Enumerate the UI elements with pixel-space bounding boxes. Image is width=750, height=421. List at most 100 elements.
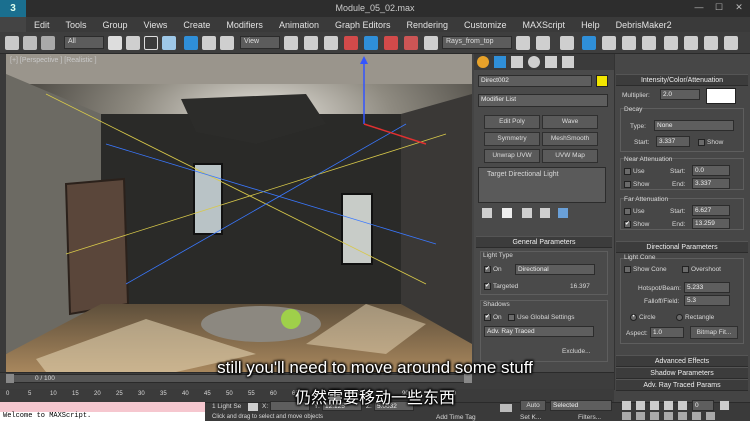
- light-type-dropdown[interactable]: Directional: [515, 264, 595, 275]
- exclude-button[interactable]: Exclude...: [562, 348, 591, 355]
- menu-modifiers[interactable]: Modifiers: [218, 20, 271, 30]
- show-cone-checkbox[interactable]: Show Cone: [624, 266, 667, 273]
- select-manipulate-icon[interactable]: [304, 36, 318, 50]
- graphite-ribbon-icon[interactable]: [582, 36, 596, 50]
- far-start-spinner[interactable]: 6.627: [692, 205, 730, 216]
- general-parameters-header[interactable]: General Parameters: [476, 236, 612, 248]
- menu-tools[interactable]: Tools: [58, 20, 95, 30]
- selection-filter-dropdown[interactable]: All: [64, 36, 104, 49]
- far-show-checkbox[interactable]: ✔ Show: [624, 221, 649, 228]
- far-end-spinner[interactable]: 13.259: [692, 218, 730, 229]
- falloff-spinner[interactable]: 5.3: [684, 295, 730, 306]
- wave-button[interactable]: Wave: [542, 115, 598, 129]
- intensity-color-attenuation-header[interactable]: Intensity/Color/Attenuation: [616, 74, 748, 86]
- modify-tab-icon[interactable]: [494, 56, 506, 68]
- uvw-map-button[interactable]: UVW Map: [542, 149, 598, 163]
- close-button[interactable]: ✕: [732, 2, 746, 14]
- menu-rendering[interactable]: Rendering: [399, 20, 457, 30]
- rendered-frame-window-icon[interactable]: [684, 36, 698, 50]
- maxscript-output[interactable]: Welcome to MAXScript.: [0, 412, 205, 421]
- meshsmooth-button[interactable]: MeshSmooth: [542, 132, 598, 146]
- angle-snap-icon[interactable]: [364, 36, 378, 50]
- named-selection-dropdown[interactable]: Rays_from_top: [442, 36, 512, 49]
- menu-debrismaker[interactable]: DebrisMaker2: [608, 20, 680, 30]
- near-start-spinner[interactable]: 0.0: [692, 165, 730, 176]
- minimize-button[interactable]: —: [692, 2, 706, 14]
- link-icon[interactable]: [5, 36, 19, 50]
- render-iterative-icon[interactable]: [724, 36, 738, 50]
- menu-help[interactable]: Help: [573, 20, 608, 30]
- menu-customize[interactable]: Customize: [456, 20, 515, 30]
- menu-views[interactable]: Views: [136, 20, 176, 30]
- select-by-name-icon[interactable]: [126, 36, 140, 50]
- menu-animation[interactable]: Animation: [271, 20, 327, 30]
- modifier-stack[interactable]: Target Directional Light: [478, 167, 606, 203]
- spinner-snap-icon[interactable]: [404, 36, 418, 50]
- make-unique-icon[interactable]: [522, 208, 532, 218]
- targeted-checkbox[interactable]: ✔ Targeted: [484, 283, 518, 290]
- object-color-swatch[interactable]: [596, 75, 608, 87]
- pivot-center-icon[interactable]: [284, 36, 298, 50]
- maximize-viewport-icon[interactable]: [706, 412, 715, 420]
- near-show-checkbox[interactable]: Show: [624, 181, 649, 188]
- create-tab-icon[interactable]: [477, 56, 489, 68]
- schematic-view-icon[interactable]: [622, 36, 636, 50]
- near-use-checkbox[interactable]: Use: [624, 168, 645, 175]
- keyboard-shortcut-icon[interactable]: [324, 36, 338, 50]
- viewport-label[interactable]: [+] [Perspective ] [Realistic ]: [10, 57, 97, 64]
- stack-item-target-directional-light[interactable]: Target Directional Light: [487, 171, 559, 178]
- render-production-icon[interactable]: [704, 36, 718, 50]
- layer-manager-icon[interactable]: [560, 36, 574, 50]
- menu-maxscript[interactable]: MAXScript: [515, 20, 574, 30]
- hotspot-spinner[interactable]: 5.233: [684, 282, 730, 293]
- bitmap-fit-button[interactable]: Bitmap Fit...: [690, 326, 738, 339]
- reference-coordinate-dropdown[interactable]: View: [240, 36, 280, 49]
- select-scale-icon[interactable]: [220, 36, 234, 50]
- overshoot-checkbox[interactable]: Overshoot: [682, 266, 721, 273]
- mirror-icon[interactable]: [516, 36, 530, 50]
- far-use-checkbox[interactable]: Use: [624, 208, 645, 215]
- modifier-list-dropdown[interactable]: Modifier List: [478, 94, 608, 107]
- menu-graph-editors[interactable]: Graph Editors: [327, 20, 399, 30]
- zoom-icon[interactable]: [622, 412, 631, 420]
- hierarchy-tab-icon[interactable]: [511, 56, 523, 68]
- show-end-result-icon[interactable]: [502, 208, 512, 218]
- edit-named-selection-icon[interactable]: [424, 36, 438, 50]
- remove-modifier-icon[interactable]: [540, 208, 550, 218]
- rectangle-radio[interactable]: Rectangle: [676, 314, 714, 321]
- light-color-swatch[interactable]: [706, 88, 736, 104]
- maximize-button[interactable]: ☐: [712, 2, 726, 14]
- rectangular-selection-icon[interactable]: [144, 36, 158, 50]
- motion-tab-icon[interactable]: [528, 56, 540, 68]
- object-name-field[interactable]: Direct002: [478, 75, 592, 87]
- orbit-icon[interactable]: [692, 412, 701, 420]
- zoom-all-icon[interactable]: [636, 412, 645, 420]
- light-on-checkbox[interactable]: ✔ On: [484, 266, 502, 273]
- key-filters-button[interactable]: Filters...: [578, 414, 601, 421]
- zoom-extents-icon[interactable]: [650, 412, 659, 420]
- symmetry-button[interactable]: Symmetry: [484, 132, 540, 146]
- material-editor-icon[interactable]: [642, 36, 656, 50]
- near-end-spinner[interactable]: 3.337: [692, 178, 730, 189]
- aspect-spinner[interactable]: 1.0: [650, 327, 684, 338]
- add-time-tag[interactable]: Add Time Tag: [436, 414, 476, 421]
- window-crossing-icon[interactable]: [162, 36, 176, 50]
- decay-type-dropdown[interactable]: None: [654, 120, 734, 131]
- render-setup-icon[interactable]: [664, 36, 678, 50]
- multiplier-spinner[interactable]: 2.0: [660, 89, 700, 100]
- display-tab-icon[interactable]: [545, 56, 557, 68]
- menu-create[interactable]: Create: [175, 20, 218, 30]
- configure-modifier-sets-icon[interactable]: [558, 208, 568, 218]
- menu-group[interactable]: Group: [95, 20, 136, 30]
- decay-start-spinner[interactable]: 3.337: [656, 136, 690, 147]
- set-key-button[interactable]: Set K...: [520, 414, 541, 421]
- curve-editor-icon[interactable]: [602, 36, 616, 50]
- perspective-viewport[interactable]: [+] [Perspective ] [Realistic ]: [6, 54, 472, 372]
- percent-snap-icon[interactable]: [384, 36, 398, 50]
- select-move-icon[interactable]: [184, 36, 198, 50]
- directional-parameters-header[interactable]: Directional Parameters: [616, 241, 748, 253]
- decay-show-checkbox[interactable]: Show: [698, 139, 723, 146]
- circle-radio[interactable]: • Circle: [630, 314, 656, 321]
- shadows-on-checkbox[interactable]: ✔ On: [484, 314, 502, 321]
- utilities-tab-icon[interactable]: [562, 56, 574, 68]
